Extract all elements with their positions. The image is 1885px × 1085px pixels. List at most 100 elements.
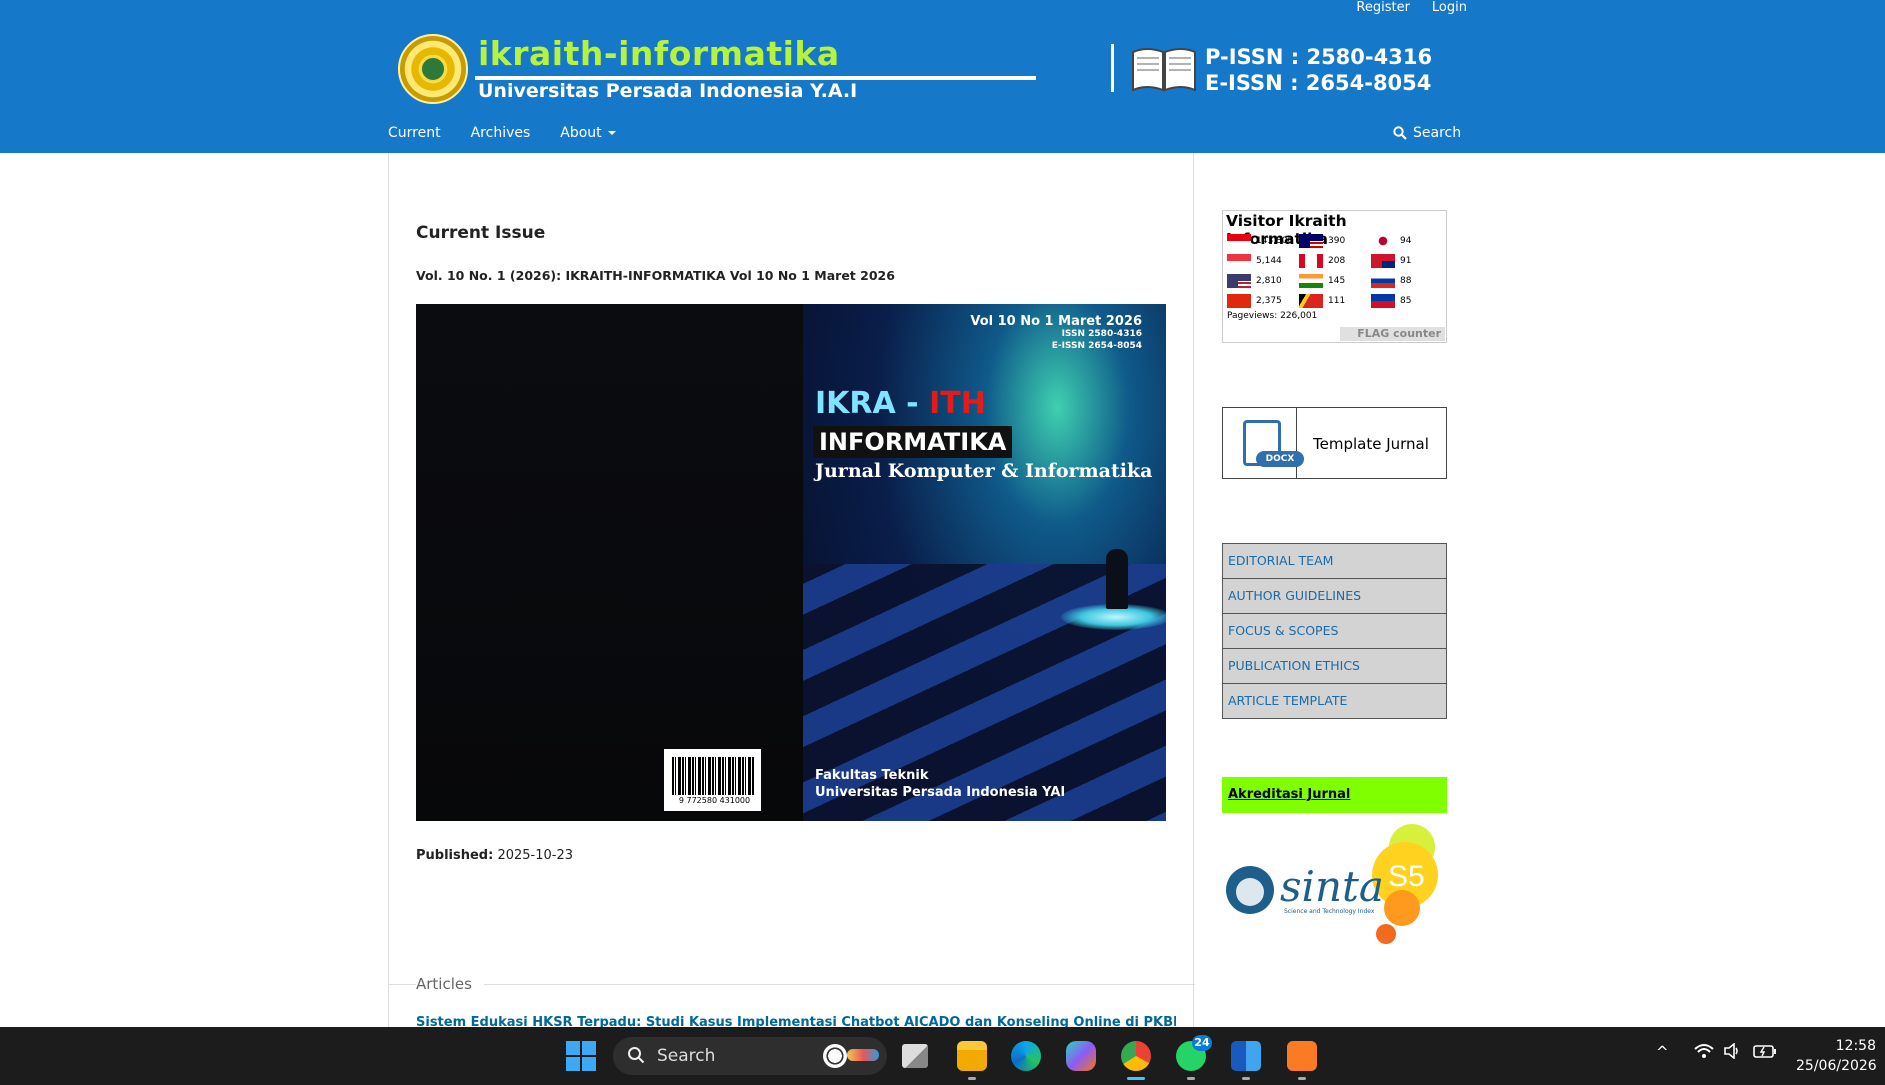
main-content: Current Issue Vol. 10 No. 1 (2026): IKRA… xyxy=(388,153,1195,1027)
flag-entry: 2,375 xyxy=(1227,293,1299,308)
barcode-number: 9 772580 431000 xyxy=(678,796,751,805)
nav-about-label: About xyxy=(560,125,602,141)
xampp-icon[interactable] xyxy=(1287,1041,1317,1071)
canada-flag-icon xyxy=(1299,253,1323,268)
flag-entry: 94 xyxy=(1371,233,1443,248)
flag-count: 91 xyxy=(1400,255,1412,266)
flag-count: 5,144 xyxy=(1256,255,1282,266)
flag-entry: 111 xyxy=(1299,293,1371,308)
taskbar-search-box[interactable]: Search xyxy=(613,1037,887,1075)
search-highlight-icon xyxy=(847,1049,879,1061)
register-link[interactable]: Register xyxy=(1356,0,1410,18)
taskbar-indicator-active xyxy=(1127,1077,1145,1080)
indonesia-flag-icon xyxy=(1227,233,1251,248)
cover-universitas: Universitas Persada Indonesia YAI xyxy=(815,785,1066,800)
flag-count: 208 xyxy=(1328,255,1346,266)
windows-start-icon[interactable] xyxy=(566,1041,596,1071)
chrome-icon[interactable] xyxy=(1121,1041,1151,1071)
cover-fakultas: Fakultas Teknik xyxy=(815,768,929,783)
sinta-circle xyxy=(1384,890,1420,926)
volume-icon[interactable] xyxy=(1723,1042,1741,1063)
flag-counter-widget[interactable]: Visitor Ikraith Informatika 143,800 390 … xyxy=(1222,210,1447,343)
taskbar-indicator xyxy=(1298,1077,1306,1080)
search-icon xyxy=(628,1047,645,1064)
primary-nav: Current Archives About xyxy=(388,125,616,141)
cover-informatika: INFORMATIKA xyxy=(813,426,1013,458)
nav-current[interactable]: Current xyxy=(388,125,441,141)
cover-title-ikra: IKRA - ITH xyxy=(815,386,986,421)
articles-divider xyxy=(389,984,1195,985)
philippines-flag-icon xyxy=(1371,293,1395,308)
cover-barcode: 9 772580 431000 xyxy=(664,749,761,811)
published-info: Published: 2025-10-23 xyxy=(416,848,573,863)
pageviews: Pageviews: 226,001 xyxy=(1227,311,1318,321)
usa-flag-icon xyxy=(1227,273,1251,288)
flag-entry: 208 xyxy=(1299,253,1371,268)
template-jurnal-button[interactable]: DOCX Template Jurnal xyxy=(1222,407,1447,479)
nav-archives[interactable]: Archives xyxy=(471,125,531,141)
article-title-link[interactable]: Sistem Edukasi HKSR Terpadu: Studi Kasus… xyxy=(416,1015,1176,1027)
edge-icon[interactable] xyxy=(1011,1041,1041,1071)
sinta-circle xyxy=(1376,924,1396,944)
flag-count: 111 xyxy=(1328,295,1346,306)
journal-logo-title[interactable]: ikraith-informatika xyxy=(478,34,840,73)
china-flag-icon xyxy=(1227,293,1251,308)
template-icon-cell: DOCX xyxy=(1223,408,1304,478)
japan-flag-icon xyxy=(1371,233,1395,248)
sidebar-item-focus-scopes[interactable]: FOCUS & SCOPES xyxy=(1222,613,1447,649)
cover-back xyxy=(416,304,803,821)
sidebar-item-publication-ethics[interactable]: PUBLICATION ETHICS xyxy=(1222,648,1447,684)
chevron-up-icon[interactable]: ^ xyxy=(1656,1043,1669,1061)
sidebar-item-article-template[interactable]: ARTICLE TEMPLATE xyxy=(1222,683,1447,719)
copilot-icon[interactable] xyxy=(1066,1041,1096,1071)
flag-count: 390 xyxy=(1328,235,1346,246)
flag-entry: 143,800 xyxy=(1227,233,1299,248)
task-view-icon[interactable] xyxy=(902,1044,928,1068)
cover-ith: ITH xyxy=(929,386,986,421)
search-icon xyxy=(1393,126,1407,140)
flag-count: 2,810 xyxy=(1256,275,1282,286)
flag-count: 143,800 xyxy=(1256,235,1294,246)
sinta-tagline: Science and Technology Index xyxy=(1284,908,1375,915)
singapore-flag-icon xyxy=(1227,253,1251,268)
sidebar-item-editorial-team[interactable]: EDITORIAL TEAM xyxy=(1222,543,1447,579)
russia-flag-icon xyxy=(1371,273,1395,288)
cover-ikra: IKRA xyxy=(815,386,896,421)
docx-label: DOCX xyxy=(1256,451,1304,467)
battery-icon[interactable] xyxy=(1753,1043,1777,1063)
file-explorer-icon[interactable] xyxy=(957,1041,987,1071)
cover-volume: Vol 10 No 1 Maret 2026 ISSN 2580-4316 E-… xyxy=(970,314,1142,352)
flag-entry: 145 xyxy=(1299,273,1371,288)
malaysia-flag-icon xyxy=(1299,233,1323,248)
flag-count: 88 xyxy=(1400,275,1412,286)
timor-leste-flag-icon xyxy=(1299,293,1323,308)
cover-issn: ISSN 2580-4316 xyxy=(1061,329,1142,339)
published-label: Published: xyxy=(416,848,494,863)
taskbar-indicator xyxy=(1187,1077,1195,1080)
flag-entry: 85 xyxy=(1371,293,1443,308)
nav-about[interactable]: About xyxy=(560,125,616,141)
issue-cover-image[interactable]: Vol 10 No 1 Maret 2026 ISSN 2580-4316 E-… xyxy=(416,304,1166,821)
flag-count: 145 xyxy=(1328,275,1346,286)
word-icon[interactable] xyxy=(1231,1041,1261,1071)
page-title: Current Issue xyxy=(416,223,546,243)
login-link[interactable]: Login xyxy=(1432,0,1467,18)
taskbar-search-label: Search xyxy=(657,1046,716,1066)
cover-vol-text: Vol 10 No 1 Maret 2026 xyxy=(970,314,1142,329)
sinta-badge[interactable]: S5 sinta Science and Technology Index xyxy=(1224,820,1446,952)
flag-entry: 88 xyxy=(1371,273,1443,288)
akreditasi-jurnal-link[interactable]: Akreditasi Jurnal xyxy=(1222,777,1447,813)
flag-count: 2,375 xyxy=(1256,295,1282,306)
caret-down-icon xyxy=(607,131,616,135)
india-flag-icon xyxy=(1299,273,1323,288)
e-issn: E-ISSN : 2654-8054 xyxy=(1205,71,1432,95)
taskbar-clock[interactable]: 12:58 25/06/2026 xyxy=(1796,1036,1877,1076)
user-links: Register Login xyxy=(1356,0,1467,18)
flag-entry: 91 xyxy=(1371,253,1443,268)
university-seal-logo[interactable] xyxy=(398,34,468,104)
sinta-wordmark: sinta xyxy=(1280,862,1384,911)
wifi-icon[interactable] xyxy=(1694,1043,1714,1063)
sidebar-item-author-guidelines[interactable]: AUTHOR GUIDELINES xyxy=(1222,578,1447,614)
sinta-logo-icon xyxy=(1226,866,1274,914)
search-link[interactable]: Search xyxy=(1393,125,1461,141)
